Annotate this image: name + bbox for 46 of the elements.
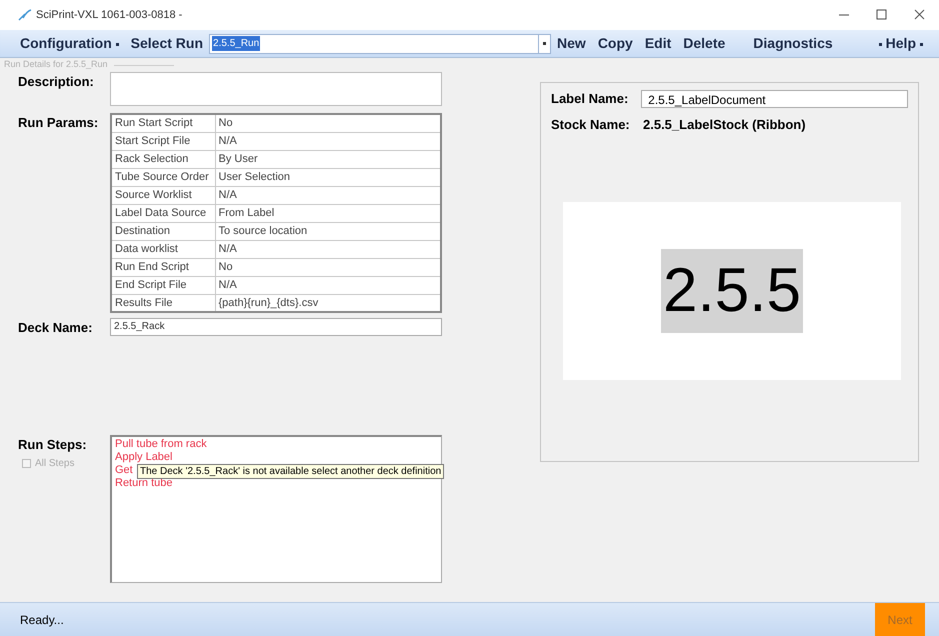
steps-list[interactable]: Pull tube from rack Apply Label Get The Deck '2.5.5_Rack' is not available select another deck definition Return tube <box>110 434 442 582</box>
checkbox-label: All Steps <box>35 457 74 471</box>
run-select-field[interactable]: 2.5.5_Run <box>209 34 540 54</box>
group-title: Run Details for 2.5.5_Run <box>4 58 108 72</box>
dropdown-icon <box>920 42 923 46</box>
param-name: Label Data Source <box>111 204 215 222</box>
param-name: Start Script File <box>111 132 215 150</box>
field-label: Stock Name: <box>551 116 631 134</box>
param-name: Source Worklist <box>111 186 215 204</box>
menu-item[interactable]: Configuration <box>14 33 125 54</box>
param-name: Destination <box>111 222 215 240</box>
toolbar-action[interactable]: Delete <box>677 33 732 54</box>
stock-name: 2.5.5_LabelStock (Ribbon) <box>643 116 806 134</box>
toolbar-action[interactable]: Copy <box>592 33 639 54</box>
param-name: Run Start Script <box>111 114 215 132</box>
field-label: Description: <box>17 73 95 91</box>
field-label: Run Steps: <box>17 436 88 454</box>
preview-text: 2.5.5 <box>661 249 803 333</box>
step-item[interactable]: Return tube <box>115 476 172 490</box>
tooltip: The Deck '2.5.5_Rack' is not available select another deck definition <box>137 464 444 478</box>
param-name: Data worklist <box>111 240 215 258</box>
deck-name-field[interactable]: 2.5.5_Rack <box>110 318 442 336</box>
step-item[interactable]: Pull tube from rack <box>115 438 207 450</box>
step-item[interactable]: Get <box>115 464 133 476</box>
description-field[interactable] <box>110 72 442 106</box>
caret-icon <box>543 42 546 45</box>
param-name: End Script File <box>111 276 215 294</box>
menu-item[interactable]: Help <box>868 33 933 54</box>
label-name-field[interactable]: 2.5.5_LabelDocument <box>641 90 908 108</box>
field-label: Label Name: <box>551 90 630 108</box>
app-icon <box>18 9 32 21</box>
menu-label: Select Run <box>130 34 204 53</box>
param-name: Rack Selection <box>111 150 215 168</box>
toolbar-action[interactable]: Edit <box>638 33 678 54</box>
param-name: Tube Source Order <box>111 168 215 186</box>
field-label: Deck Name: <box>17 319 94 337</box>
dropdown-icon <box>116 42 119 46</box>
dropdown-button[interactable] <box>539 34 552 54</box>
status-text: Ready... <box>20 612 64 628</box>
param-name: Run End Script <box>111 258 215 276</box>
window-title: SciPrint-VXL 1061-003-0818 - <box>36 8 182 23</box>
toolbar-action[interactable]: New <box>551 33 592 54</box>
menu-item[interactable]: Diagnostics <box>747 33 839 54</box>
dropdown-icon <box>878 42 882 46</box>
step-item[interactable]: Apply Label <box>115 450 172 464</box>
field-label: Run Params: <box>17 114 100 132</box>
